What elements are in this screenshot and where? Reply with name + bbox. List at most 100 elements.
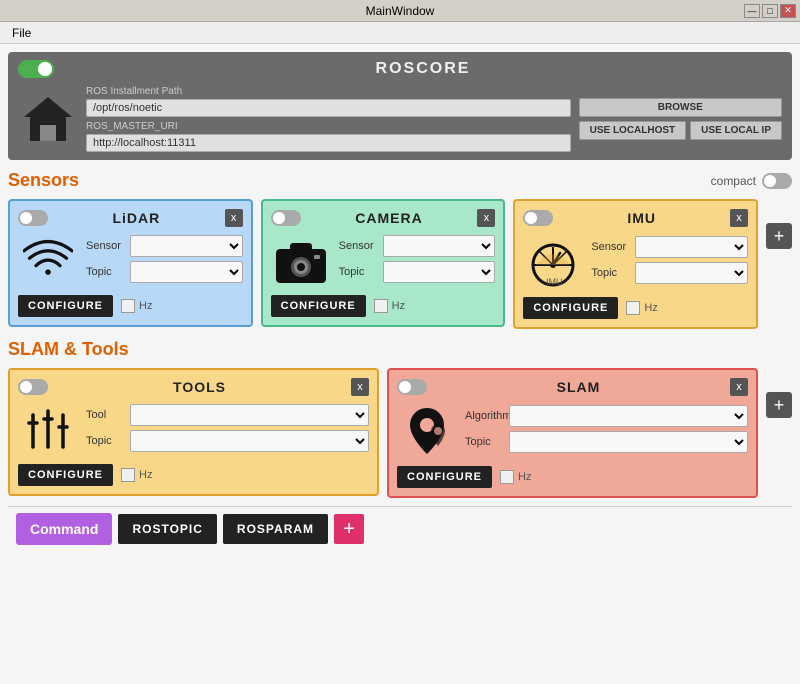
title-bar: MainWindow — □ ✕ (0, 0, 800, 22)
sensors-grid: LiDAR x (8, 199, 758, 329)
imu-body: IMU Sensor Topic (523, 235, 748, 289)
imu-hz-row: Hz (626, 301, 657, 315)
slam-section-header: SLAM & Tools (8, 339, 792, 360)
add-slam-button[interactable]: + (766, 392, 792, 418)
lidar-close-button[interactable]: x (225, 209, 243, 227)
camera-close-button[interactable]: x (477, 209, 495, 227)
tools-header: TOOLS x (18, 378, 369, 396)
imu-close-button[interactable]: x (730, 209, 748, 227)
rostopic-button[interactable]: ROSTOPIC (118, 514, 216, 544)
tools-toggle[interactable] (18, 379, 48, 395)
camera-icon (271, 237, 331, 285)
imu-sensor-select[interactable] (635, 236, 748, 258)
tools-topic-select[interactable] (130, 430, 369, 452)
roscore-toggle[interactable] (18, 60, 54, 78)
tools-tool-select[interactable] (130, 404, 369, 426)
roscore-toggle-knob (38, 62, 52, 76)
tools-close-button[interactable]: x (351, 378, 369, 396)
lidar-sensor-select[interactable] (130, 235, 243, 257)
camera-header: CAMERA x (271, 209, 496, 227)
camera-toggle[interactable] (271, 210, 301, 226)
sensors-row: LiDAR x (8, 199, 792, 329)
camera-hz-checkbox[interactable] (374, 299, 388, 313)
browse-button[interactable]: BROWSE (579, 98, 782, 117)
maximize-button[interactable]: □ (762, 4, 778, 18)
tools-icon (18, 405, 78, 455)
slam-toggle[interactable] (397, 379, 427, 395)
lidar-sensor-label: Sensor (86, 240, 126, 252)
camera-sensor-select[interactable] (383, 235, 496, 257)
imu-topic-select[interactable] (635, 262, 748, 284)
slam-algo-label: Algorithm (465, 410, 505, 422)
compact-toggle-knob (764, 175, 776, 187)
tools-configure-button[interactable]: CONFIGURE (18, 464, 113, 486)
camera-fields: Sensor Topic (339, 235, 496, 287)
slam-footer: CONFIGURE Hz (397, 466, 748, 488)
slam-hz-label: Hz (518, 471, 531, 483)
tools-footer: CONFIGURE Hz (18, 464, 369, 486)
tools-hz-checkbox[interactable] (121, 468, 135, 482)
tools-hz-label: Hz (139, 469, 152, 481)
compact-toggle[interactable] (762, 173, 792, 189)
file-menu[interactable]: File (6, 24, 37, 42)
lidar-title: LiDAR (48, 210, 225, 226)
slam-topic-select[interactable] (509, 431, 748, 453)
slam-hz-checkbox[interactable] (500, 470, 514, 484)
sensors-section-header: Sensors compact (8, 170, 792, 191)
sensors-section: Sensors compact LiDAR x (8, 170, 792, 329)
slam-configure-button[interactable]: CONFIGURE (397, 466, 492, 488)
slam-topic-label: Topic (465, 436, 505, 448)
tools-card: TOOLS x (8, 368, 379, 496)
camera-sensor-label: Sensor (339, 240, 379, 252)
tools-fields: Tool Topic (86, 404, 369, 456)
add-sensor-button[interactable]: + (766, 223, 792, 249)
slam-algo-row: Algorithm (465, 405, 748, 427)
tools-tool-row: Tool (86, 404, 369, 426)
imu-hz-checkbox[interactable] (626, 301, 640, 315)
camera-footer: CONFIGURE Hz (271, 295, 496, 317)
imu-toggle[interactable] (523, 210, 553, 226)
imu-footer: CONFIGURE Hz (523, 297, 748, 319)
imu-title: IMU (553, 210, 730, 226)
slam-toggle-knob (399, 381, 411, 393)
tools-body: Tool Topic (18, 404, 369, 456)
use-localhost-button[interactable]: USE LOCALHOST (579, 121, 687, 140)
imu-card: IMU x (513, 199, 758, 329)
lidar-hz-label: Hz (139, 300, 152, 312)
sensors-add-col: + (766, 199, 792, 249)
imu-configure-button[interactable]: CONFIGURE (523, 297, 618, 319)
slam-close-button[interactable]: x (730, 378, 748, 396)
lidar-hz-checkbox[interactable] (121, 299, 135, 313)
imu-hz-label: Hz (644, 302, 657, 314)
lidar-hz-row: Hz (121, 299, 152, 313)
sensors-title: Sensors (8, 170, 79, 191)
slam-algo-select[interactable] (509, 405, 748, 427)
title-bar-controls: — □ ✕ (744, 4, 796, 18)
add-command-button[interactable]: + (334, 514, 364, 544)
imu-header: IMU x (523, 209, 748, 227)
rosparam-button[interactable]: ROSPARAM (223, 514, 328, 544)
imu-fields: Sensor Topic (591, 236, 748, 288)
minimize-button[interactable]: — (744, 4, 760, 18)
slam-card-title: SLAM (427, 379, 730, 395)
main-content: ROSCORE ROS Installment Path (0, 44, 800, 684)
ros-path-input[interactable] (86, 99, 571, 117)
camera-configure-button[interactable]: CONFIGURE (271, 295, 366, 317)
lidar-configure-button[interactable]: CONFIGURE (18, 295, 113, 317)
close-button[interactable]: ✕ (780, 4, 796, 18)
lidar-header: LiDAR x (18, 209, 243, 227)
lidar-body: Sensor Topic (18, 235, 243, 287)
use-local-ip-button[interactable]: USE LOCAL IP (690, 121, 782, 140)
lidar-topic-select[interactable] (130, 261, 243, 283)
lidar-toggle[interactable] (18, 210, 48, 226)
camera-card: CAMERA x (261, 199, 506, 327)
lidar-fields: Sensor Topic (86, 235, 243, 287)
tools-tool-label: Tool (86, 409, 126, 421)
ros-fields: ROS Installment Path ROS_MASTER_URI (86, 86, 571, 152)
command-label: Command (16, 513, 112, 545)
lidar-sensor-row: Sensor (86, 235, 243, 257)
ros-uri-input[interactable] (86, 134, 571, 152)
slam-section: SLAM & Tools TOOLS x (8, 339, 792, 498)
camera-topic-select[interactable] (383, 261, 496, 283)
ros-uri-label: ROS_MASTER_URI (86, 121, 571, 152)
